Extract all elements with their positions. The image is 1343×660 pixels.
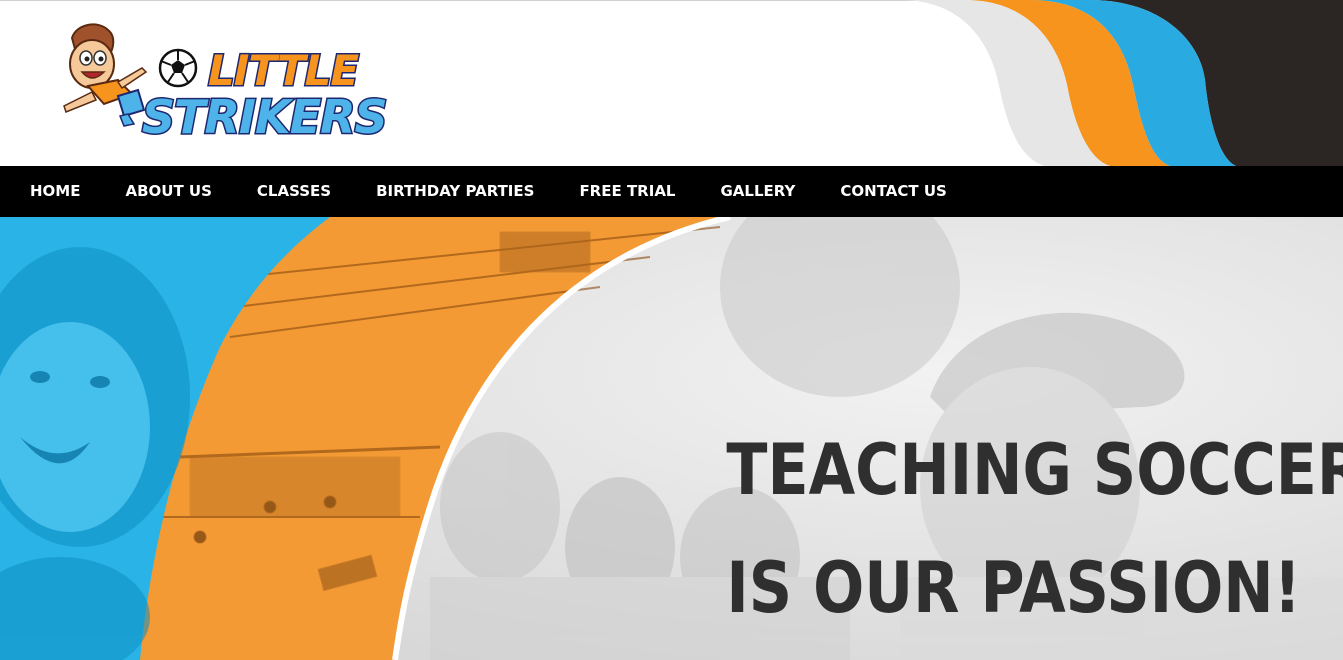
hero-headline: TEACHING SOCCER IS OUR PASSION! (680, 411, 1343, 647)
site-header: LITTLE STRIKERS (0, 0, 1343, 166)
hero-headline-line-2: IS OUR PASSION! (726, 547, 1302, 629)
nav-item-home: HOME (30, 166, 80, 217)
nav-item-gallery: GALLERY (720, 166, 795, 217)
page: LITTLE STRIKERS HOME ABOUT US CLASSES BI… (0, 0, 1343, 660)
nav-item-birthday-parties: BIRTHDAY PARTIES (376, 166, 534, 217)
nav-link-free-trial[interactable]: FREE TRIAL (579, 166, 675, 217)
nav-item-about-us: ABOUT US (125, 166, 211, 217)
site-logo[interactable]: LITTLE STRIKERS (58, 20, 389, 148)
soccer-ball-icon (158, 48, 198, 88)
nav-link-classes[interactable]: CLASSES (257, 166, 331, 217)
nav-link-home[interactable]: HOME (30, 166, 80, 217)
main-navigation: HOME ABOUT US CLASSES BIRTHDAY PARTIES F… (0, 166, 1343, 217)
logo-text-strikers: STRIKERS (141, 90, 390, 144)
nav-item-free-trial: FREE TRIAL (579, 166, 675, 217)
nav-link-birthday-parties[interactable]: BIRTHDAY PARTIES (376, 166, 534, 217)
nav-item-contact-us: CONTACT US (840, 166, 946, 217)
nav-link-contact-us[interactable]: CONTACT US (840, 166, 946, 217)
hero-headline-line-1: TEACHING SOCCER (726, 429, 1343, 511)
nav-list: HOME ABOUT US CLASSES BIRTHDAY PARTIES F… (0, 166, 1343, 217)
logo-text-little: LITTLE (206, 46, 360, 95)
nav-link-gallery[interactable]: GALLERY (720, 166, 795, 217)
nav-item-classes: CLASSES (257, 166, 331, 217)
hero-banner: TEACHING SOCCER IS OUR PASSION! (0, 217, 1343, 660)
nav-link-about-us[interactable]: ABOUT US (125, 166, 211, 217)
